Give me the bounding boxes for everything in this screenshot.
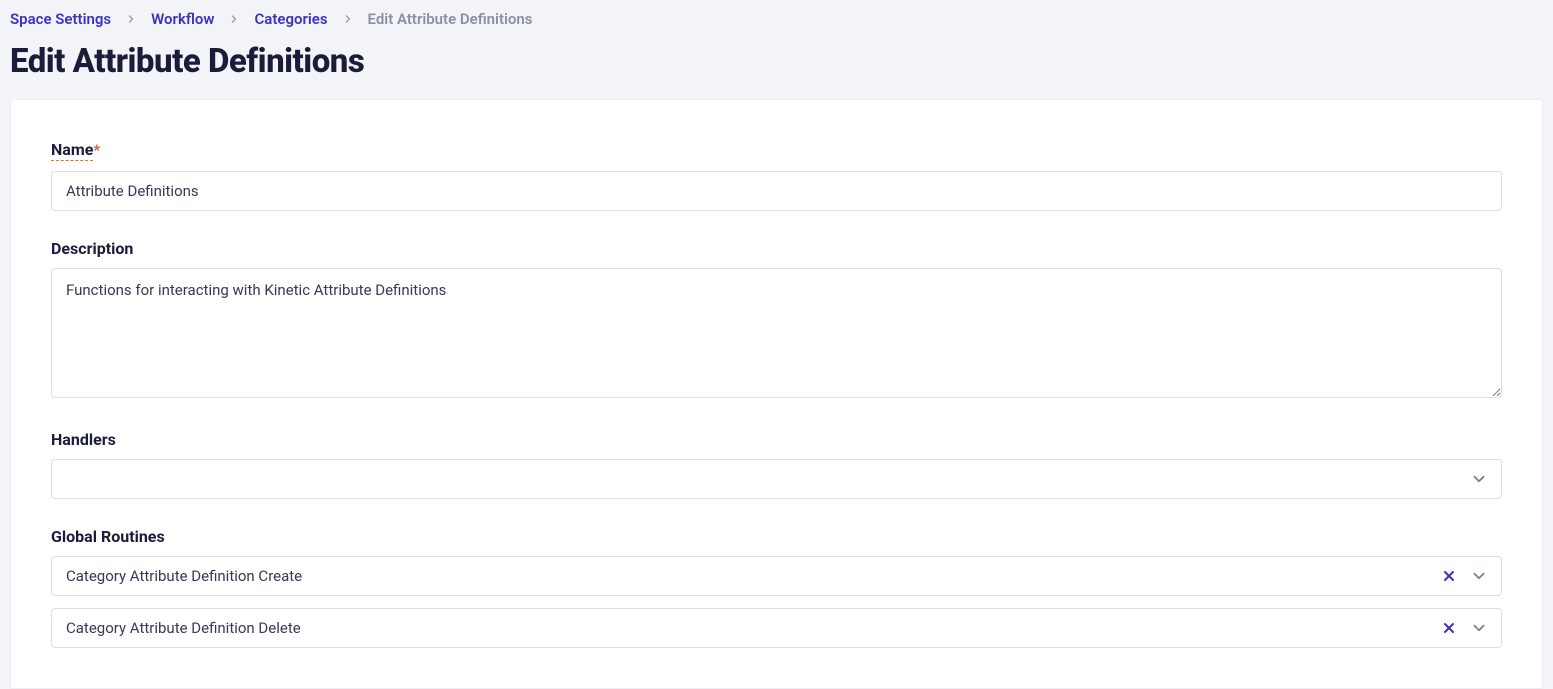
description-input[interactable] <box>51 268 1502 398</box>
chevron-right-icon <box>228 13 240 25</box>
chevron-right-icon <box>342 13 354 25</box>
chevron-down-icon <box>1469 469 1489 489</box>
description-label: Description <box>51 239 133 258</box>
field-description: Description <box>51 239 1502 402</box>
close-icon[interactable] <box>1439 618 1459 638</box>
global-routine-row[interactable]: Category Attribute Definition Delete <box>51 608 1502 648</box>
required-marker: * <box>93 141 100 159</box>
name-label: Name <box>51 140 93 161</box>
breadcrumb-link-categories[interactable]: Categories <box>254 10 327 28</box>
field-global-routines: Global Routines Category Attribute Defin… <box>51 527 1502 648</box>
global-routine-row[interactable]: Category Attribute Definition Create <box>51 556 1502 596</box>
chevron-down-icon[interactable] <box>1469 566 1489 586</box>
breadcrumb-link-space-settings[interactable]: Space Settings <box>10 10 111 28</box>
form-card: Name* Description Handlers Global Routin… <box>10 99 1543 689</box>
close-icon[interactable] <box>1439 566 1459 586</box>
chevron-down-icon[interactable] <box>1469 618 1489 638</box>
handlers-label: Handlers <box>51 430 116 449</box>
global-routine-text: Category Attribute Definition Delete <box>66 619 301 637</box>
handlers-select[interactable] <box>51 459 1502 499</box>
breadcrumb-current: Edit Attribute Definitions <box>368 10 533 28</box>
global-routines-label: Global Routines <box>51 527 165 546</box>
breadcrumb: Space Settings Workflow Categories Edit … <box>10 10 1543 28</box>
name-input[interactable] <box>51 171 1502 211</box>
field-handlers: Handlers <box>51 430 1502 499</box>
field-name: Name* <box>51 140 1502 211</box>
page-title: Edit Attribute Definitions <box>10 42 1543 81</box>
global-routine-text: Category Attribute Definition Create <box>66 567 302 585</box>
chevron-right-icon <box>125 13 137 25</box>
breadcrumb-link-workflow[interactable]: Workflow <box>151 10 214 28</box>
